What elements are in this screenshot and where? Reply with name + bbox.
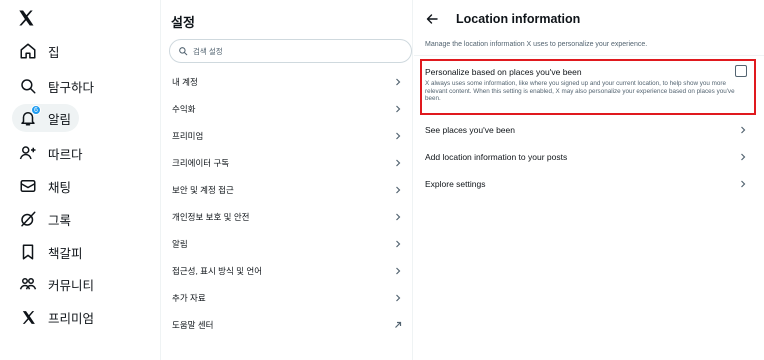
personalize-option-description: X always uses some information, like whe… bbox=[425, 80, 735, 103]
nav-item-explore[interactable]: 탐구하다 bbox=[12, 72, 102, 100]
nav-item-follow[interactable]: 따르다 bbox=[12, 139, 91, 167]
see-places-row[interactable]: See places you've been bbox=[414, 116, 764, 143]
chevron-right-icon bbox=[393, 131, 403, 141]
nav-item-label: 그록 bbox=[48, 213, 72, 228]
grok-icon bbox=[18, 209, 38, 229]
settings-item-account[interactable]: 내 계정 bbox=[161, 68, 413, 95]
add-location-row[interactable]: Add location information to your posts bbox=[414, 143, 764, 170]
bookmark-icon bbox=[18, 242, 38, 262]
chevron-right-icon bbox=[738, 179, 748, 189]
panel-title: Location information bbox=[456, 12, 581, 26]
nav-item-label: 탐구하다 bbox=[48, 80, 95, 95]
page-title: 설정 bbox=[171, 15, 195, 30]
search-input[interactable] bbox=[193, 46, 393, 56]
search-box[interactable] bbox=[169, 39, 412, 63]
settings-item-accessibility[interactable]: 접근성, 표시 방식 및 언어 bbox=[161, 257, 413, 284]
nav-item-label: 채팅 bbox=[48, 180, 72, 195]
settings-item-label: 보안 및 계정 접근 bbox=[172, 184, 234, 195]
search-icon bbox=[178, 46, 189, 57]
settings-item-label: 접근성, 표시 방식 및 언어 bbox=[172, 265, 263, 276]
chevron-right-icon bbox=[393, 185, 403, 195]
x-logo-icon bbox=[18, 307, 38, 327]
row-label: Add location information to your posts bbox=[425, 151, 568, 162]
chevron-right-icon bbox=[738, 152, 748, 162]
settings-item-monetization[interactable]: 수익화 bbox=[161, 95, 413, 122]
chevron-right-icon bbox=[393, 212, 403, 222]
mail-icon bbox=[18, 176, 38, 196]
left-navigation: 집 탐구하다 6 알림 따르다 채팅 그록 책갈피 커뮤니티 프리미엄 bbox=[0, 0, 160, 360]
notification-badge: 6 bbox=[31, 105, 41, 115]
divider bbox=[414, 55, 764, 56]
chevron-right-icon bbox=[393, 158, 403, 168]
row-label: See places you've been bbox=[425, 124, 515, 135]
settings-item-resources[interactable]: 추가 자료 bbox=[161, 284, 413, 311]
bell-icon: 6 bbox=[18, 105, 41, 128]
settings-item-help-center[interactable]: 도움말 센터 bbox=[161, 311, 413, 338]
nav-item-home[interactable]: 집 bbox=[12, 37, 68, 65]
location-information-panel: Location information Manage the location… bbox=[414, 0, 764, 360]
chevron-right-icon bbox=[738, 125, 748, 135]
nav-item-label: 따르다 bbox=[48, 147, 83, 162]
settings-item-premium[interactable]: 프리미엄 bbox=[161, 122, 413, 149]
chevron-right-icon bbox=[393, 239, 403, 249]
settings-item-label: 개인정보 보호 및 안전 bbox=[172, 211, 250, 222]
search-icon bbox=[18, 76, 38, 96]
chevron-right-icon bbox=[393, 104, 403, 114]
settings-item-label: 추가 자료 bbox=[172, 292, 206, 303]
x-logo-icon[interactable] bbox=[16, 8, 38, 30]
nav-item-premium[interactable]: 프리미엄 bbox=[12, 303, 102, 331]
personalize-option-title: Personalize based on places you've been bbox=[425, 67, 582, 77]
nav-item-notifications[interactable]: 6 알림 bbox=[12, 104, 80, 132]
row-label: Explore settings bbox=[425, 178, 486, 189]
nav-item-grok[interactable]: 그록 bbox=[12, 205, 79, 233]
settings-item-label: 수익화 bbox=[172, 103, 196, 114]
nav-item-chat[interactable]: 채팅 bbox=[12, 172, 79, 200]
settings-item-label: 도움말 센터 bbox=[172, 319, 214, 330]
chevron-right-icon bbox=[393, 266, 403, 276]
settings-item-security[interactable]: 보안 및 계정 접근 bbox=[161, 176, 413, 203]
personalize-checkbox[interactable] bbox=[735, 65, 747, 77]
settings-item-privacy[interactable]: 개인정보 보호 및 안전 bbox=[161, 203, 413, 230]
nav-item-label: 알림 bbox=[48, 112, 72, 127]
nav-item-label: 프리미엄 bbox=[48, 311, 95, 326]
settings-item-creator-subscriptions[interactable]: 크리에이터 구독 bbox=[161, 149, 413, 176]
panel-description: Manage the location information X uses t… bbox=[425, 41, 648, 48]
chevron-right-icon bbox=[393, 293, 403, 303]
nav-item-bookmarks[interactable]: 책갈피 bbox=[12, 238, 91, 266]
settings-item-label: 내 계정 bbox=[172, 76, 198, 87]
external-link-icon bbox=[393, 320, 403, 330]
back-arrow-icon[interactable] bbox=[424, 11, 440, 27]
home-icon bbox=[18, 41, 38, 61]
settings-item-notifications[interactable]: 알림 bbox=[161, 230, 413, 257]
communities-icon bbox=[18, 274, 38, 294]
settings-column: 설정 내 계정 수익화 프리미엄 크리에이터 구독 보안 및 계정 접근 개인정… bbox=[160, 0, 413, 360]
explore-settings-row[interactable]: Explore settings bbox=[414, 170, 764, 197]
nav-item-label: 커뮤니티 bbox=[48, 278, 95, 293]
chevron-right-icon bbox=[393, 77, 403, 87]
nav-item-label: 책갈피 bbox=[48, 246, 83, 261]
follow-icon bbox=[18, 143, 38, 163]
settings-item-label: 크리에이터 구독 bbox=[172, 157, 230, 168]
nav-item-label: 집 bbox=[48, 45, 60, 60]
settings-item-label: 프리미엄 bbox=[172, 130, 204, 141]
nav-item-communities[interactable]: 커뮤니티 bbox=[12, 270, 102, 298]
settings-item-label: 알림 bbox=[172, 238, 188, 249]
